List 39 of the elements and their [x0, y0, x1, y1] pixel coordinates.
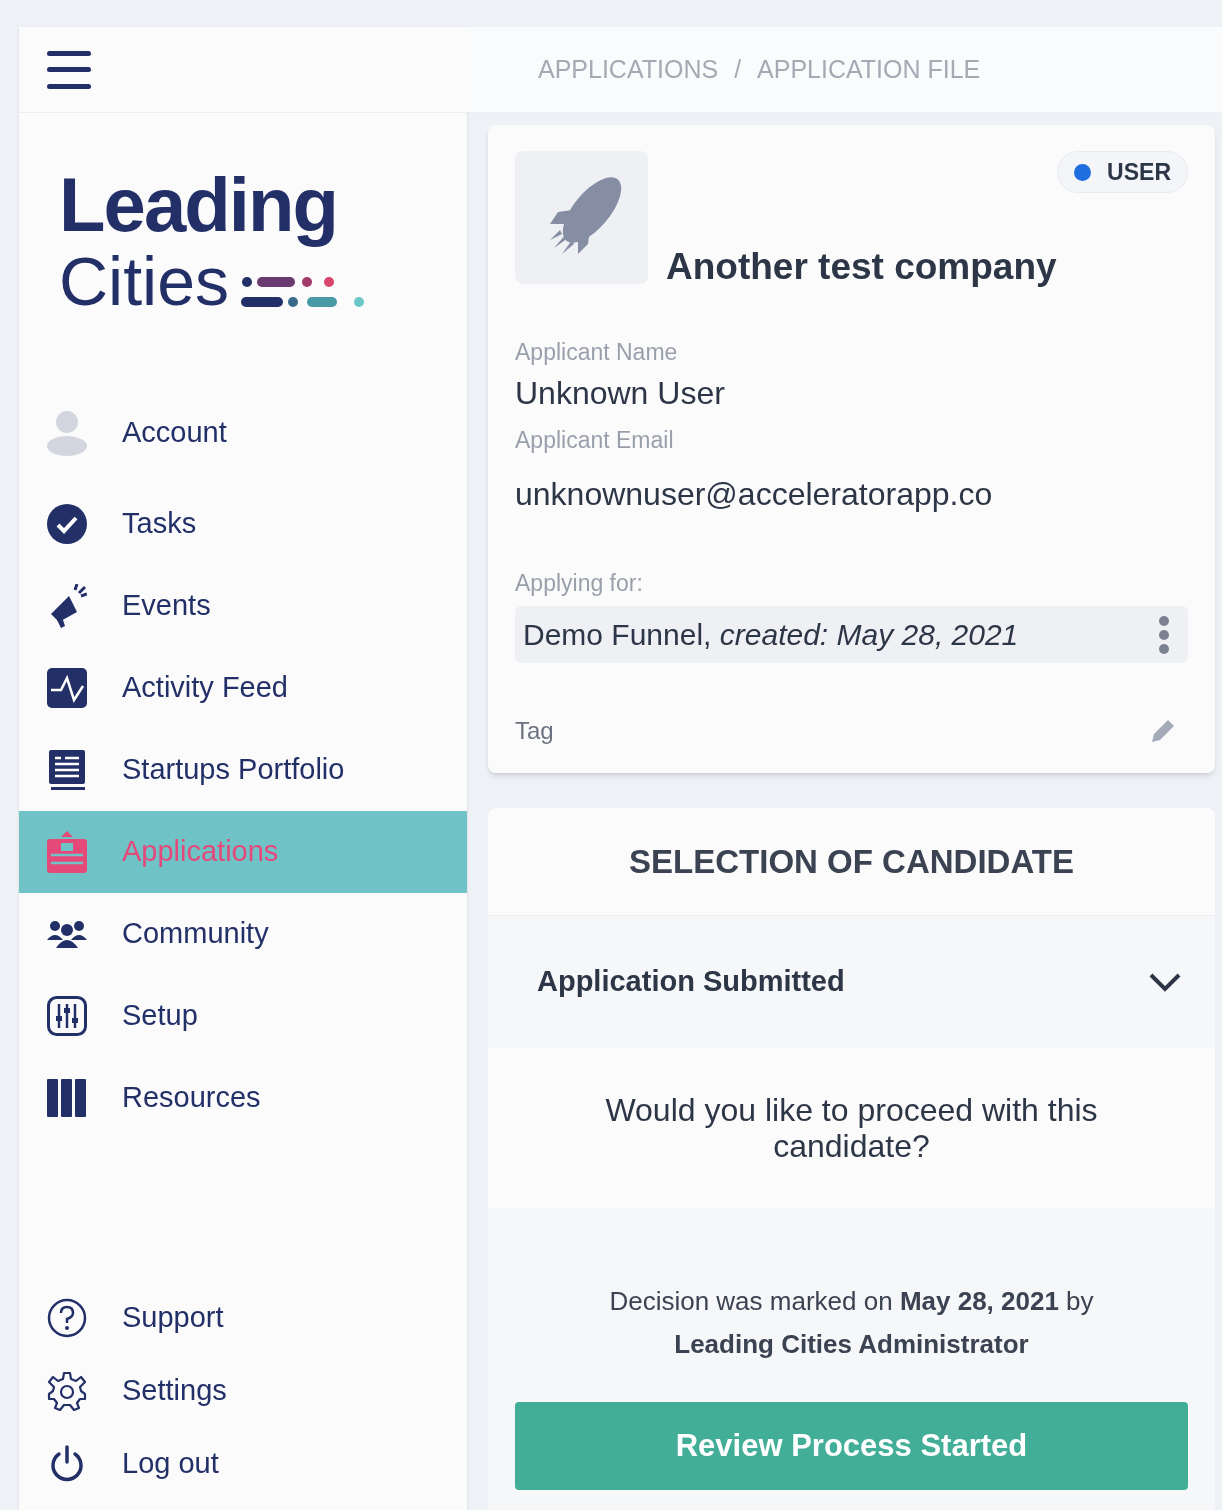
- nav-item[interactable]: Log out: [19, 1427, 467, 1500]
- stage-header[interactable]: Application Submitted: [488, 916, 1215, 1048]
- logo-text: Cities: [59, 247, 230, 315]
- field-label: Applicant Email: [515, 426, 675, 455]
- nav-item[interactable]: Account: [19, 383, 467, 483]
- nav-item[interactable]: Events: [19, 565, 467, 647]
- field-value: Unknown User: [515, 374, 726, 413]
- pulse-chart-icon: [47, 668, 87, 708]
- field-label: Applicant Name: [515, 337, 679, 367]
- people-icon: [47, 920, 87, 948]
- question-text: Would you like to proceed with this candidate?: [604, 1091, 1099, 1166]
- field-value: unknownuser@acceleratorapp.co: [515, 474, 994, 514]
- id-badge-icon: [47, 831, 87, 873]
- decision-text: Decision was marked on May 28, 2021 by Leading Cities Administrator: [608, 1285, 1095, 1361]
- person-icon: [47, 410, 87, 456]
- logo-text: Leading: [59, 163, 339, 247]
- rocket-icon: [515, 151, 648, 284]
- help-icon: [47, 1297, 87, 1338]
- nav-item[interactable]: Activity Feed: [19, 647, 467, 729]
- nav-item[interactable]: Support: [19, 1281, 467, 1354]
- check-circle-icon: [47, 504, 87, 544]
- nav-item[interactable]: Settings: [19, 1354, 467, 1427]
- tag-label: Tag: [515, 716, 554, 746]
- sliders-icon: [47, 996, 87, 1036]
- nav-item[interactable]: Startups Portfolio: [19, 729, 467, 811]
- nav-item[interactable]: Tasks: [19, 483, 467, 565]
- role-badge: USER: [1057, 151, 1188, 193]
- document-icon: [47, 750, 87, 790]
- breadcrumb-separator: /: [734, 53, 742, 85]
- more-options-icon[interactable]: [1158, 614, 1170, 655]
- settings-icon: [47, 1370, 87, 1411]
- menu-icon[interactable]: [47, 50, 91, 89]
- nav-item[interactable]: Community: [19, 893, 467, 975]
- program-selector[interactable]: Demo Funnel, created: May 28, 2021: [515, 606, 1188, 663]
- field-label: Applying for:: [515, 568, 644, 598]
- books-icon: [47, 1079, 87, 1117]
- company-name: Another test company: [666, 245, 1058, 289]
- nav-item[interactable]: Setup: [19, 975, 467, 1057]
- nav-item[interactable]: Resources: [19, 1057, 467, 1139]
